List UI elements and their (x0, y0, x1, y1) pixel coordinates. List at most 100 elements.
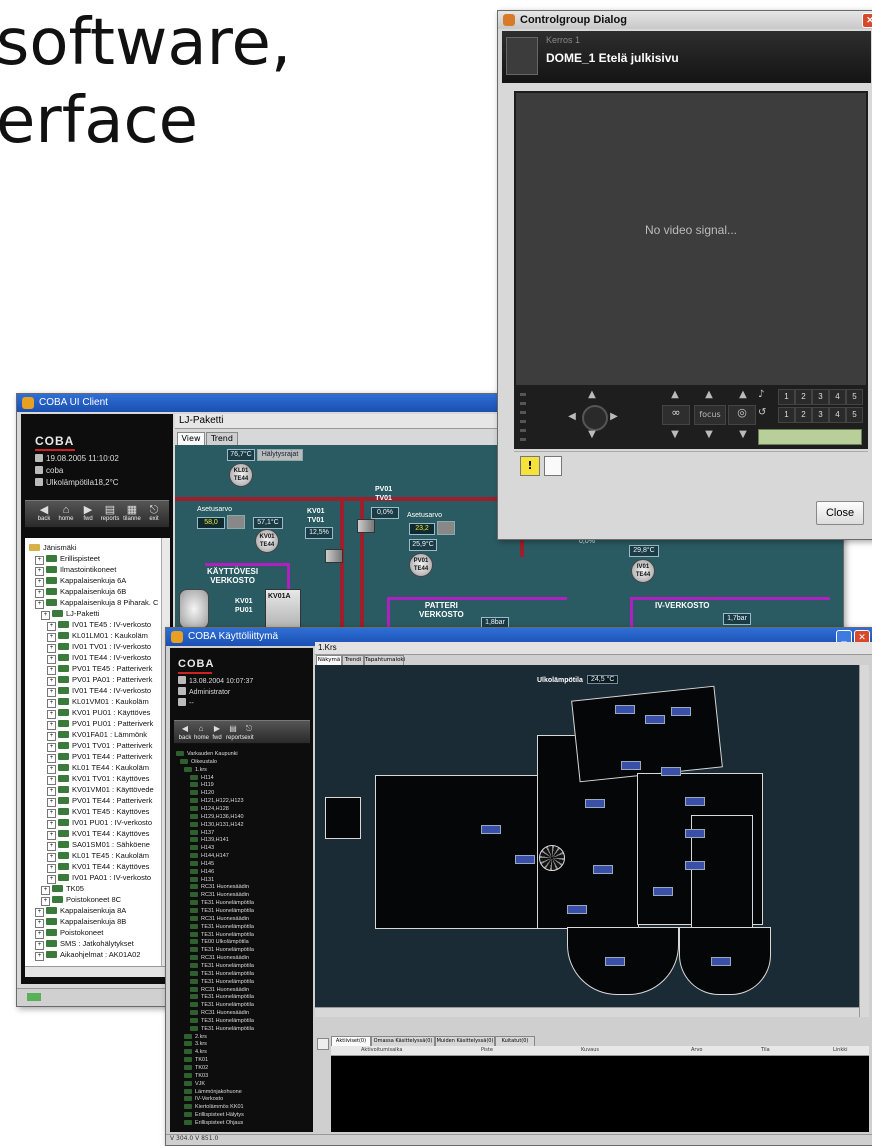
tree-item[interactable]: Lämmönjakohuone (184, 1088, 242, 1096)
tree-item[interactable]: + Aikaohjelmat : AK01A02 (35, 949, 140, 961)
tree-item[interactable]: TK01 (184, 1056, 208, 1064)
focus-button[interactable]: focus (694, 405, 726, 425)
iris-up-button[interactable]: ▲ (732, 389, 754, 403)
tree-item[interactable]: H114 (190, 774, 214, 782)
asetusarvo-1-value[interactable]: 58,0 (197, 517, 225, 529)
preset-button[interactable]: 1 (778, 407, 795, 423)
kv01-valve[interactable] (325, 549, 343, 563)
room-temp-tag[interactable] (685, 829, 705, 838)
tree-item[interactable]: H119 (190, 781, 214, 789)
tree-item[interactable]: TE31 Huonelämpötila (190, 907, 254, 915)
plan-vertical-scrollbar[interactable] (859, 665, 869, 1017)
ptz-right-button[interactable]: ▶ (606, 407, 622, 427)
tree-item[interactable]: TE31 Huonelämpötila (190, 993, 254, 1001)
room-temp-tag[interactable] (585, 799, 605, 808)
tree-item[interactable]: + KV01FA01 : Lämmönk (47, 729, 147, 741)
preset-button[interactable]: 2 (795, 389, 812, 405)
tree-item[interactable]: + KV01 TV01 : Käyttöves (47, 773, 149, 785)
tree-item[interactable]: + Kappalaisenkuja 8A (35, 905, 126, 917)
tree-item[interactable]: TE31 Huonelämpötila (190, 970, 254, 978)
alarm-tab[interactable]: Aktiiviset(0) (331, 1036, 371, 1046)
tree-item[interactable]: H131 (190, 876, 214, 884)
close-button[interactable]: Close (816, 501, 864, 525)
room-temp-tag[interactable] (515, 855, 535, 864)
tree-item[interactable]: Erillispisteet Hälytys (184, 1111, 244, 1119)
tree-item[interactable]: TE31 Huonelämpötila (190, 978, 254, 986)
room-temp-tag[interactable] (711, 957, 731, 966)
expand-icon[interactable]: + (35, 952, 44, 961)
forward-button[interactable]: ▶ fwd (210, 723, 224, 741)
tree-item[interactable]: TE31 Huonelämpötila (190, 899, 254, 907)
preset-button[interactable]: 4 (829, 389, 846, 405)
tree-item[interactable]: 3.krs (184, 1040, 207, 1048)
tree-item[interactable]: + Poistokoneet (35, 927, 103, 939)
tab-view[interactable]: View (177, 432, 205, 445)
tree-item[interactable]: + Poistokoneet 8C (41, 894, 121, 906)
alarm-tab[interactable]: Muiden Käsittelyssä(0) (435, 1036, 495, 1046)
alarm-column-header[interactable]: Piste (481, 1046, 493, 1055)
tree-item[interactable]: + KV01 TE45 : Käyttöves (47, 806, 149, 818)
preset-button[interactable]: 5 (846, 389, 863, 405)
tree-item[interactable]: + Kappalaisenkuja 6B (35, 586, 126, 598)
tree-item[interactable]: + SMS : Jatkohälytykset (35, 938, 134, 950)
kl01-sensor[interactable]: KL01 TE44 (229, 463, 253, 487)
warning-icon[interactable]: ! (520, 456, 540, 476)
tree-item[interactable]: 2.krs (184, 1033, 207, 1041)
alarm-side-icon[interactable] (317, 1038, 329, 1050)
binoculars-icon[interactable]: ∞ (662, 405, 690, 425)
room-temp-tag[interactable] (481, 825, 501, 834)
tree-item[interactable]: H121,H122,H123 (190, 797, 244, 805)
alarm-column-header[interactable]: Linkki (833, 1046, 848, 1055)
document-icon[interactable] (544, 456, 562, 476)
tree-item[interactable]: + PV01 PU01 : Patteriverk (47, 718, 153, 730)
forward-button[interactable]: ▶ fwd (77, 504, 99, 522)
ptz-center-button[interactable] (582, 405, 608, 431)
tree-item[interactable]: Kiertolämmös KK01 (184, 1103, 244, 1111)
iris-down-button[interactable]: ▼ (732, 429, 754, 443)
zoom-in-button[interactable]: ▲ (664, 389, 686, 403)
tree-item[interactable]: + KV01 TE44 : Käyttöves (47, 861, 149, 873)
tree-item[interactable]: RC31 Huonesäädin (190, 891, 249, 899)
tree-item[interactable]: + IV01 TV01 : IV-verkosto (47, 641, 151, 653)
tree-item[interactable]: TE31 Huonelämpötila (190, 923, 254, 931)
alarm-column-header[interactable]: Arvo (691, 1046, 703, 1055)
room-temp-tag[interactable] (567, 905, 587, 914)
room-temp-tag[interactable] (671, 707, 691, 716)
tree-item[interactable]: + KL01VM01 : Kaukoläm (47, 696, 149, 708)
tree-item[interactable]: + PV01 TE45 : Patteriverk (47, 663, 152, 675)
room-temp-tag[interactable] (621, 761, 641, 770)
tilanne-button[interactable]: ▦ tilanne (121, 504, 143, 522)
close-icon[interactable]: ✕ (862, 13, 872, 28)
back-button[interactable]: ◀ back (178, 723, 192, 741)
back-button[interactable]: ◀ back (33, 504, 55, 522)
tree-item[interactable]: H146 (190, 868, 214, 876)
tree-item[interactable]: H144,H147 (190, 852, 229, 860)
room-temp-tag[interactable] (653, 887, 673, 896)
tree-item[interactable]: TK02 (184, 1064, 208, 1072)
tree-item[interactable]: Jänismäki (29, 542, 76, 553)
tree-item[interactable]: + Ilmastointikoneet (35, 564, 116, 576)
room-temp-tag[interactable] (685, 861, 705, 870)
tree-item[interactable]: TE00 Ulkolämpötila (190, 938, 249, 946)
tree-item[interactable]: TE31 Huonelämpötila (190, 1017, 254, 1025)
tree-item[interactable]: H120 (190, 789, 214, 797)
room-temp-tag[interactable] (605, 957, 625, 966)
kaytto-tab[interactable]: Trendi (342, 655, 364, 665)
ptz-left-button[interactable]: ◀ (564, 407, 580, 427)
preset-button[interactable]: 5 (846, 407, 863, 423)
tree-item[interactable]: 1.krs (184, 766, 207, 774)
tab-trend[interactable]: Trend (206, 432, 238, 445)
room-temp-tag[interactable] (661, 767, 681, 776)
setpoint-2-button[interactable] (437, 521, 455, 535)
tree-horizontal-scrollbar[interactable] (25, 966, 169, 977)
tree-item[interactable]: IV-Verkosto (184, 1095, 223, 1103)
tree-item[interactable]: RC31 Huonesäädin (190, 954, 249, 962)
tree-item[interactable]: RC31 Huonesäädin (190, 883, 249, 891)
zoom-out-button[interactable]: ▼ (664, 429, 686, 443)
tree-item[interactable]: H145 (190, 860, 214, 868)
alarm-column-header[interactable]: Kuvaus (581, 1046, 599, 1055)
pv01-te44-sensor[interactable]: PV01 TE44 (409, 553, 433, 577)
tree-item[interactable]: + KL01 TE44 : Kaukoläm (47, 762, 149, 774)
pv01-valve[interactable] (357, 519, 375, 533)
tree-item[interactable]: Oikeustalo (180, 758, 217, 766)
